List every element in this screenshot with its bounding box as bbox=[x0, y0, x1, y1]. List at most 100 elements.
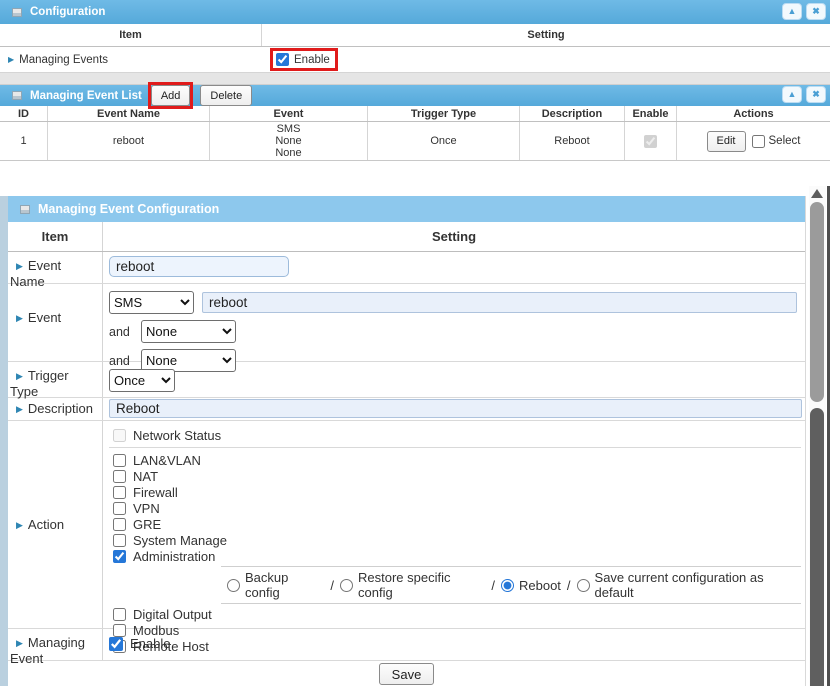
action-vpn[interactable]: VPN bbox=[109, 500, 801, 516]
action-firewall[interactable]: Firewall bbox=[109, 484, 801, 500]
trigger-type-label: ▶Trigger Type bbox=[8, 362, 103, 397]
section-separator bbox=[0, 73, 830, 85]
separator: / bbox=[567, 578, 571, 593]
action-system-manage[interactable]: System Manage bbox=[109, 532, 801, 548]
event-name-label: ▶Event Name bbox=[8, 252, 103, 283]
col-trigger-type: Trigger Type bbox=[368, 106, 520, 121]
save-button[interactable]: Save bbox=[379, 663, 435, 685]
managing-event-row: ▶Managing Event Enable bbox=[8, 629, 805, 661]
bullet-arrow-icon: ▶ bbox=[16, 404, 23, 414]
panel-icon bbox=[12, 8, 22, 17]
row-description: Reboot bbox=[520, 122, 625, 160]
action-nat[interactable]: NAT bbox=[109, 468, 801, 484]
event-value-input[interactable] bbox=[202, 292, 797, 313]
configuration-table-header: Item Setting bbox=[0, 24, 830, 47]
action-gre[interactable]: GRE bbox=[109, 516, 801, 532]
table-row: 1 reboot SMS None None Once Reboot Edit … bbox=[0, 122, 830, 160]
action-row: ▶Action Network Status LAN&VLAN bbox=[8, 421, 805, 629]
event-type-select[interactable]: SMS bbox=[109, 291, 194, 314]
event-list-header: Managing Event List Add Delete ▲ ✖ bbox=[0, 85, 830, 106]
panel-icon bbox=[20, 205, 30, 214]
managing-events-enable-checkbox[interactable] bbox=[276, 53, 289, 66]
bullet-arrow-icon: ▶ bbox=[16, 313, 23, 323]
managing-event-enable[interactable]: Enable bbox=[109, 636, 170, 651]
scrollbar-thumb-dark[interactable] bbox=[810, 408, 824, 686]
event-row: ▶Event SMS and None bbox=[8, 284, 805, 362]
option-restore-config[interactable]: Restore specific config bbox=[340, 570, 485, 600]
configuration-header: Configuration ▲ ✖ bbox=[0, 0, 830, 24]
row-event: SMS None None bbox=[210, 122, 368, 160]
trigger-type-select[interactable]: Once bbox=[109, 369, 175, 392]
col-event: Event bbox=[210, 106, 368, 121]
bullet-arrow-icon: ▶ bbox=[16, 520, 23, 530]
row-select[interactable]: Select bbox=[752, 135, 801, 148]
lan-vlan-checkbox[interactable] bbox=[113, 454, 126, 467]
event-list-table-header: ID Event Name Event Trigger Type Descrip… bbox=[0, 106, 830, 122]
save-default-radio[interactable] bbox=[577, 579, 590, 592]
vpn-checkbox[interactable] bbox=[113, 502, 126, 515]
add-button[interactable]: Add bbox=[151, 85, 191, 106]
administration-options: Backup config / Restore specific config … bbox=[221, 566, 801, 604]
event-name-input[interactable] bbox=[109, 256, 289, 277]
managing-events-enable[interactable]: Enable bbox=[273, 51, 335, 68]
separator: / bbox=[491, 578, 495, 593]
backup-config-radio[interactable] bbox=[227, 579, 240, 592]
scrollbar-up-arrow-icon[interactable] bbox=[811, 189, 823, 198]
collapse-icon[interactable]: ▲ bbox=[782, 3, 802, 20]
description-label: ▶Description bbox=[8, 398, 103, 420]
event-config-panel: Managing Event Configuration Item Settin… bbox=[0, 196, 806, 686]
row-event-name: reboot bbox=[48, 122, 210, 160]
action-digital-output[interactable]: Digital Output bbox=[109, 606, 801, 622]
highlight-box-enable: Enable bbox=[270, 48, 338, 71]
row-enable-checkbox bbox=[644, 135, 657, 148]
delete-button[interactable]: Delete bbox=[200, 85, 252, 106]
event-list-title: Managing Event List bbox=[30, 90, 142, 102]
bullet-arrow-icon: ▶ bbox=[16, 261, 23, 271]
event-name-row: ▶Event Name bbox=[8, 252, 805, 284]
setting-column-header: Setting bbox=[262, 24, 830, 46]
reboot-radio[interactable] bbox=[501, 579, 514, 592]
action-administration[interactable]: Administration bbox=[109, 548, 801, 564]
item-column-header: Item bbox=[8, 222, 103, 251]
event-config-title: Managing Event Configuration bbox=[38, 202, 219, 216]
scrollbar[interactable] bbox=[809, 186, 826, 686]
close-icon[interactable]: ✖ bbox=[806, 3, 826, 20]
managing-event-enable-checkbox[interactable] bbox=[109, 637, 123, 651]
managing-events-row: ▶Managing Events Enable bbox=[0, 47, 830, 73]
system-manage-checkbox[interactable] bbox=[113, 534, 126, 547]
event-config-table-header: Item Setting bbox=[8, 222, 805, 252]
window-right-edge bbox=[827, 186, 830, 686]
option-save-default[interactable]: Save current configuration as default bbox=[577, 570, 801, 600]
action-lan-vlan[interactable]: LAN&VLAN bbox=[109, 452, 801, 468]
firewall-checkbox[interactable] bbox=[113, 486, 126, 499]
option-backup-config[interactable]: Backup config bbox=[227, 570, 324, 600]
collapse-icon[interactable]: ▲ bbox=[782, 86, 802, 103]
col-id: ID bbox=[0, 106, 48, 121]
row-id: 1 bbox=[0, 122, 48, 160]
administration-checkbox[interactable] bbox=[113, 550, 126, 563]
nat-checkbox[interactable] bbox=[113, 470, 126, 483]
page: Configuration ▲ ✖ Item Setting ▶Managing… bbox=[0, 0, 830, 686]
digital-output-checkbox[interactable] bbox=[113, 608, 126, 621]
row-trigger-type: Once bbox=[368, 122, 520, 160]
event-and1-select[interactable]: None bbox=[141, 320, 236, 343]
scrollbar-thumb-light[interactable] bbox=[810, 202, 824, 402]
col-description: Description bbox=[520, 106, 625, 121]
separator: / bbox=[330, 578, 334, 593]
panel-icon bbox=[12, 91, 22, 100]
option-reboot[interactable]: Reboot bbox=[501, 578, 561, 593]
edit-button[interactable]: Edit bbox=[707, 131, 746, 152]
bullet-arrow-icon: ▶ bbox=[16, 638, 23, 648]
col-actions: Actions bbox=[677, 106, 830, 121]
row-select-checkbox[interactable] bbox=[752, 135, 765, 148]
description-input[interactable] bbox=[109, 399, 802, 418]
gre-checkbox[interactable] bbox=[113, 518, 126, 531]
managing-event-label: ▶Managing Event bbox=[8, 629, 103, 660]
action-network-status: Network Status bbox=[109, 427, 801, 443]
item-column-header: Item bbox=[0, 24, 262, 46]
and-label: and bbox=[109, 325, 133, 339]
close-icon[interactable]: ✖ bbox=[806, 86, 826, 103]
restore-config-radio[interactable] bbox=[340, 579, 353, 592]
bullet-arrow-icon: ▶ bbox=[8, 55, 14, 64]
bullet-arrow-icon: ▶ bbox=[16, 371, 23, 381]
